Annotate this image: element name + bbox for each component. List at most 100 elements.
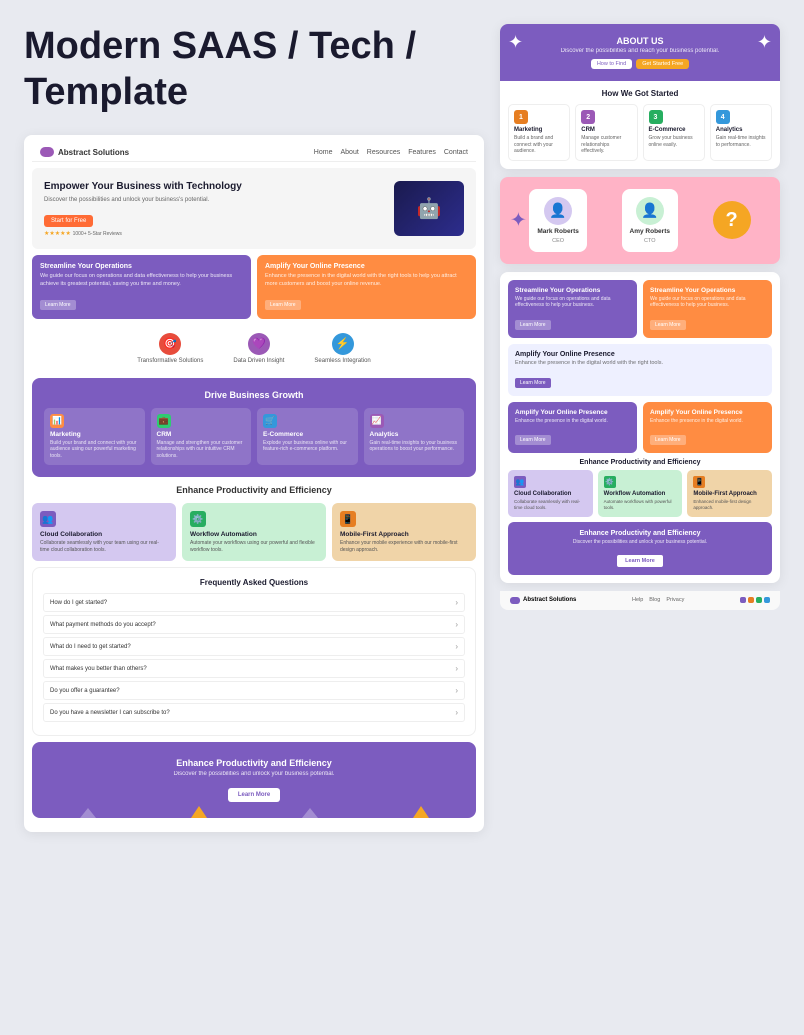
rec-mobile-icon: 📱 (693, 476, 705, 488)
faq-arrow-1: › (455, 598, 458, 607)
rg-learn-more-btn-1[interactable]: Learn More (515, 320, 551, 330)
feature-card-amplify: Amplify Your Online Presence Enhance the… (257, 255, 476, 318)
hero-description: Discover the possibilities and unlock yo… (44, 197, 384, 203)
how-cards: 1 Marketing Build a brand and connect wi… (508, 104, 772, 161)
faq-arrow-4: › (455, 664, 458, 673)
faq-item-4[interactable]: What makes you better than others? › (43, 659, 465, 678)
page-title: Modern SAAS / Tech / Template (24, 24, 484, 115)
how-we-started-section: How We Got Started 1 Marketing Build a b… (500, 81, 780, 169)
icon-transformative: 🎯 Transformative Solutions (137, 333, 203, 364)
drive-card-crm: 💼 CRM Manage and strengthen your custome… (151, 408, 252, 466)
about-header-btns: How to Find Get Started Free (512, 59, 768, 69)
logo-icon (40, 147, 54, 157)
streamline-learn-more-btn[interactable]: Learn More (40, 300, 76, 310)
faq-item-2[interactable]: What payment methods do you accept? › (43, 615, 465, 634)
how-card-2: 2 CRM Manage customer relationships effe… (575, 104, 637, 161)
rg-full-card: Amplify Your Online Presence Enhance the… (508, 344, 772, 396)
analytics-icon: 📈 (370, 414, 384, 428)
heart-icon: 💜 (248, 333, 270, 355)
rg-card-amplify-2: Amplify Your Online Presence Enhance the… (643, 402, 772, 454)
how-card-1: 1 Marketing Build a brand and connect wi… (508, 104, 570, 161)
hero-section: Empower Your Business with Technology Di… (32, 168, 476, 249)
cloud-collab-icon: 👥 (40, 511, 56, 527)
footer-dot-4 (764, 597, 770, 603)
right-team-preview: ✦ 👤 Mark Roberts CEO 👤 Amy Roberts CTO ? (500, 177, 780, 264)
mobile-icon: 📱 (340, 511, 356, 527)
faq-item-6[interactable]: Do you have a newsletter I can subscribe… (43, 703, 465, 722)
rec-card-mobile: 📱 Mobile-First Approach Enhanced mobile-… (687, 470, 772, 517)
rg-card-streamline-2: Streamline Your Operations We guide our … (643, 280, 772, 338)
deco-triangle-3 (302, 808, 318, 818)
rec-card-cloud: 👥 Cloud Collaboration Collaborate seamle… (508, 470, 593, 517)
left-panel: Modern SAAS / Tech / Template Abstract S… (24, 24, 484, 832)
right-enhance-cards: 👥 Cloud Collaboration Collaborate seamle… (508, 470, 772, 517)
deco-triangle-4 (413, 806, 429, 818)
rg-bottom-btn-1[interactable]: Learn More (515, 435, 551, 445)
icon-seamless: ⚡ Seamless Integration (314, 333, 370, 364)
faq-arrow-2: › (455, 620, 458, 629)
deco-triangle-1 (80, 808, 96, 818)
hero-title: Empower Your Business with Technology (44, 180, 384, 193)
hero-cta-button[interactable]: Start for Free (44, 215, 93, 227)
faq-item-5[interactable]: Do you offer a guarantee? › (43, 681, 465, 700)
drive-section: Drive Business Growth 📊 Marketing Build … (32, 378, 476, 478)
rg-row-2: Amplify Your Online Presence Enhance the… (508, 402, 772, 454)
hero-stars: ★★★★★ 1000+ 5-Star Reviews (44, 230, 384, 237)
drive-card-marketing: 📊 Marketing Build your brand and connect… (44, 408, 145, 466)
enhance-card-workflow: ⚙️ Workflow Automation Automate your wor… (182, 503, 326, 561)
bottom-cta: Enhance Productivity and Efficiency Disc… (32, 742, 476, 818)
template-preview: Abstract Solutions Home About Resources … (24, 135, 484, 832)
avatar-amy: 👤 (636, 197, 664, 225)
right-footer: Abstract Solutions Help Blog Privacy (500, 591, 780, 610)
footer-logo-icon (510, 597, 520, 604)
nav-links: Home About Resources Features Contact (314, 149, 468, 156)
footer-dot-2 (748, 597, 754, 603)
right-bottom-cta: Enhance Productivity and Efficiency Disc… (508, 522, 772, 575)
avatar-card-amy: 👤 Amy Roberts CTO (622, 189, 678, 252)
hero-text: Empower Your Business with Technology Di… (44, 180, 384, 237)
icon-data-driven: 💜 Data Driven Insight (233, 333, 284, 364)
how-to-find-btn[interactable]: How to Find (591, 59, 632, 69)
footer-links: Help Blog Privacy (632, 597, 684, 603)
about-header: ✦ ABOUT US Discover the possibilities an… (500, 24, 780, 81)
nav-logo: Abstract Solutions (40, 147, 129, 157)
enhance-card-cloud: 👥 Cloud Collaboration Collaborate seamle… (32, 503, 176, 561)
faq-item-3[interactable]: What do I need to get started? › (43, 637, 465, 656)
how-card-3: 3 E-Commerce Grow your business online e… (643, 104, 705, 161)
preview-nav: Abstract Solutions Home About Resources … (32, 143, 476, 162)
sparkle-pink-icon: ✦ (510, 208, 527, 233)
rec-workflow-icon: ⚙️ (604, 476, 616, 488)
question-badge: ? (713, 201, 751, 239)
faq-arrow-6: › (455, 708, 458, 717)
sparkle-right-icon: ✦ (757, 32, 772, 53)
rg-bottom-btn-2[interactable]: Learn More (650, 435, 686, 445)
rg-row-1: Streamline Your Operations We guide our … (508, 280, 772, 338)
drive-card-analytics: 📈 Analytics Gain real-time insights to y… (364, 408, 465, 466)
cta-decoration (32, 798, 476, 818)
get-started-btn[interactable]: Get Started Free (636, 59, 689, 69)
rg-full-card-btn[interactable]: Learn More (515, 378, 551, 388)
rg-learn-more-btn-2[interactable]: Learn More (650, 320, 686, 330)
feature-cards-row: Streamline Your Operations We guide our … (32, 255, 476, 318)
enhance-cards: 👥 Cloud Collaboration Collaborate seamle… (32, 503, 476, 561)
faq-arrow-5: › (455, 686, 458, 695)
rg-card-amplify-1: Amplify Your Online Presence Enhance the… (508, 402, 637, 454)
right-panel: ✦ ABOUT US Discover the possibilities an… (500, 24, 780, 610)
how-card-4: 4 Analytics Gain real-time insights to p… (710, 104, 772, 161)
right-cta-button[interactable]: Learn More (617, 555, 663, 567)
amplify-learn-more-btn[interactable]: Learn More (265, 300, 301, 310)
avatar-mark: 👤 (544, 197, 572, 225)
feature-card-streamline: Streamline Your Operations We guide our … (32, 255, 251, 318)
rec-card-workflow: ⚙️ Workflow Automation Automate workflow… (598, 470, 683, 517)
ecommerce-icon: 🛒 (263, 414, 277, 428)
rg-card-streamline-1: Streamline Your Operations We guide our … (508, 280, 637, 338)
icons-row: 🎯 Transformative Solutions 💜 Data Driven… (32, 325, 476, 372)
enhance-section-title: Enhance Productivity and Efficiency (32, 485, 476, 495)
lightning-icon: ⚡ (332, 333, 354, 355)
faq-arrow-3: › (455, 642, 458, 651)
hero-image: 🤖 (394, 181, 464, 236)
drive-card-ecommerce: 🛒 E-Commerce Explode your business onlin… (257, 408, 358, 466)
crm-icon: 💼 (157, 414, 171, 428)
right-enhance-title: Enhance Productivity and Efficiency (508, 459, 772, 466)
faq-item-1[interactable]: How do I get started? › (43, 593, 465, 612)
